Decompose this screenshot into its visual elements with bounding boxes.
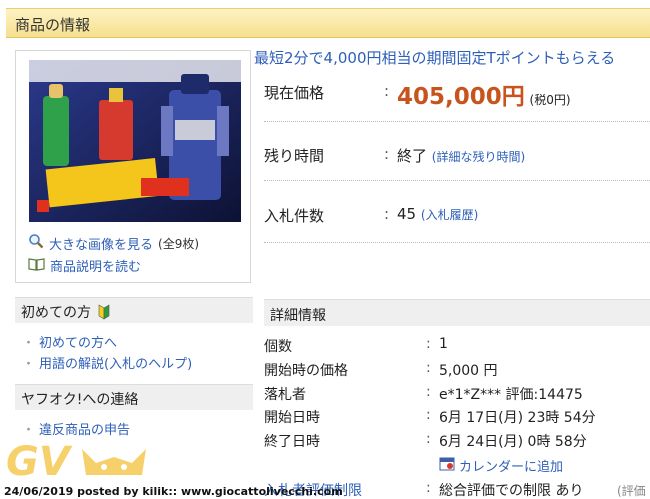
price-tax: (税0円)	[529, 93, 571, 107]
sidebar-item-glossary[interactable]: ・用語の解説(入札のヘルプ)	[22, 353, 192, 372]
first-time-title: 初めての方	[21, 305, 91, 321]
detail-row: 個数:1	[264, 336, 448, 355]
sidebar-item-first-time-guide[interactable]: ・初めての方へ	[22, 332, 117, 351]
current-price-row: 現在価格 : 405,000円 (税0円)	[264, 80, 650, 110]
bid-history-link[interactable]: (入札履歴)	[421, 208, 478, 222]
tpoint-banner-link[interactable]: 最短2分で4,000円相当の期間固定Tポイントもらえる	[254, 47, 615, 68]
colon: :	[384, 205, 390, 223]
contact-title: ヤフオク!への連絡	[21, 392, 139, 408]
current-price-label: 現在価格	[264, 84, 325, 102]
details-header: 詳細情報	[264, 299, 650, 326]
item-info-header: 商品の情報	[6, 8, 650, 38]
divider	[264, 242, 650, 243]
bid-count-label: 入札件数	[264, 207, 325, 225]
add-to-calendar-link[interactable]: カレンダーに追加	[264, 455, 650, 477]
detail-row: 終了日時:6月 24日(月) 0時 58分	[264, 431, 587, 450]
calendar-icon	[439, 455, 455, 475]
divider	[264, 180, 650, 181]
gv-watermark-logo: GV	[4, 435, 204, 485]
details-title: 詳細情報	[270, 308, 326, 324]
first-time-header: 初めての方	[15, 297, 253, 323]
watermark-credit: 24/06/2019 posted by kilik:: www.giocatt…	[4, 485, 343, 498]
image-count: (全9枚)	[158, 236, 200, 251]
beginner-mark-icon	[98, 304, 110, 324]
remaining-time-detail-link[interactable]: (詳細な残り時間)	[432, 150, 525, 164]
read-description-link[interactable]: 商品説明を読む	[28, 256, 141, 275]
detail-row: 開始時の価格:5,000 円	[264, 360, 498, 379]
remaining-time-value: 終了	[397, 147, 428, 165]
svg-text:GV: GV	[6, 439, 73, 485]
divider	[264, 121, 650, 122]
bid-count-value-group: 45 (入札履歴)	[397, 205, 478, 223]
header-title: 商品の情報	[15, 16, 91, 34]
current-price-value: 405,000円	[397, 84, 525, 110]
colon: :	[384, 145, 390, 163]
remaining-time-row: 残り時間 : 終了 (詳細な残り時間)	[264, 143, 650, 167]
detail-row: 開始日時:6月 17日(月) 23時 54分	[264, 407, 596, 426]
magnifier-icon	[28, 233, 44, 253]
product-thumbnail[interactable]	[29, 60, 241, 222]
remaining-time-value-group: 終了 (詳細な残り時間)	[397, 145, 525, 166]
contact-header: ヤフオク!への連絡	[15, 384, 253, 410]
bid-count-value: 45	[397, 205, 417, 223]
detail-row: 落札者: e*1*Z*** 評価:14475	[264, 384, 583, 403]
colon: :	[384, 82, 390, 100]
image-panel: 大きな画像を見る (全9枚) 商品説明を読む	[15, 50, 251, 283]
view-large-image-label[interactable]: 大きな画像を見る	[49, 234, 153, 253]
current-price-value-group: 405,000円 (税0円)	[397, 77, 571, 111]
read-description-label[interactable]: 商品説明を読む	[50, 256, 141, 275]
bid-count-row: 入札件数 : 45 (入札履歴)	[264, 203, 650, 227]
view-large-image-link[interactable]: 大きな画像を見る (全9枚)	[28, 233, 199, 253]
remaining-time-label: 残り時間	[264, 147, 325, 165]
book-icon	[28, 257, 45, 275]
